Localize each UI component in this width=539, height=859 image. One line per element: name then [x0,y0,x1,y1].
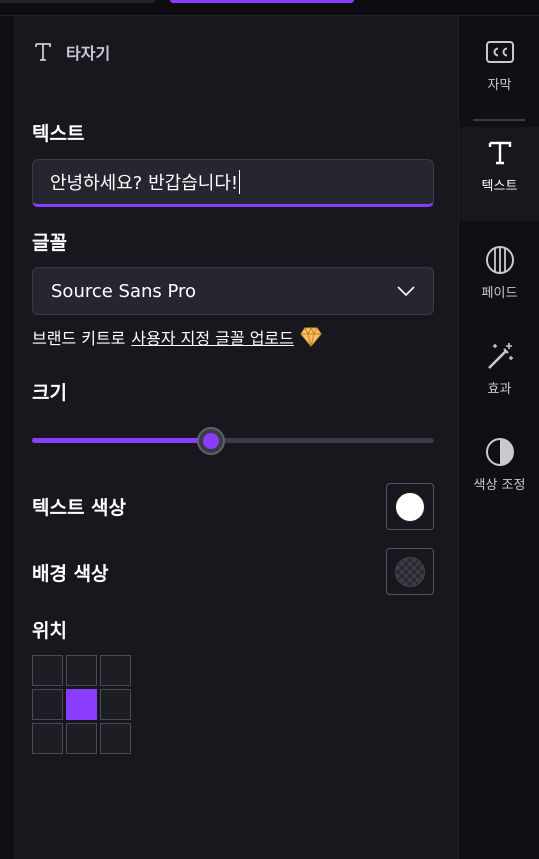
position-cell[interactable] [66,723,97,754]
top-tab-inactive[interactable] [0,0,155,3]
rail-item-text[interactable]: 텍스트 [459,127,539,221]
transparent-swatch [395,556,425,587]
text-input-value: 안녕하세요? 반갑습니다! [50,173,239,194]
fade-icon [485,246,514,274]
rail-item-color-adjust[interactable]: 색상 조정 [459,426,539,520]
position-grid [32,655,132,755]
font-dropdown[interactable]: Source Sans Pro [32,267,434,315]
text-section-label: 텍스트 [32,123,85,145]
text-color-button[interactable] [386,483,434,530]
panel-title: 타자기 [66,44,111,63]
rail-item-label: 자막 [487,78,512,93]
chevron-down-icon [397,286,415,297]
size-slider[interactable] [32,427,434,455]
contrast-icon [485,438,514,466]
background-color-button[interactable] [386,548,434,595]
upload-font-prefix: 브랜드 키트로 [32,329,126,348]
rail-item-fade[interactable]: 페이드 [459,234,539,328]
position-cell[interactable] [100,723,131,754]
font-section-label: 글꼴 [32,232,67,254]
rail-item-label: 효과 [487,382,512,397]
rail-item-captions[interactable]: 자막 [459,26,539,120]
magic-wand-icon [487,343,513,369]
rail-item-label: 색상 조정 [473,478,526,493]
position-cell[interactable] [100,689,131,720]
rail-item-label: 텍스트 [481,179,518,194]
size-slider-thumb[interactable] [197,427,225,455]
typewriter-text-icon [35,43,51,61]
upload-custom-font-link[interactable]: 사용자 지정 글꼴 업로드 [131,325,293,349]
background-color-label: 배경 색상 [32,563,109,585]
panel-header: 타자기 [34,40,110,64]
size-slider-fill [32,438,211,443]
rail-item-effects[interactable]: 효과 [459,330,539,424]
text-input-field[interactable]: 안녕하세요? 반갑습니다! [32,159,434,207]
text-color-label: 텍스트 색상 [32,497,127,519]
premium-diamond-icon [300,327,322,347]
text-icon [488,141,511,165]
rail-item-label: 페이드 [481,286,518,301]
text-color-swatch [395,491,425,522]
position-cell[interactable] [66,689,97,720]
position-section-label: 위치 [32,620,67,642]
rail-divider [473,119,525,121]
upload-font-line: 브랜드 키트로 사용자 지정 글꼴 업로드 [32,325,322,349]
text-caret [239,170,241,194]
tool-rail: 자막 텍스트 페이드 효과 색상 조정 [458,16,539,859]
font-dropdown-value: Source Sans Pro [51,280,197,302]
position-cell[interactable] [100,655,131,686]
top-bar [0,0,539,16]
size-section-label: 크기 [32,382,67,404]
position-cell[interactable] [32,689,63,720]
top-tab-active-indicator[interactable] [170,0,354,3]
position-cell[interactable] [32,655,63,686]
position-cell[interactable] [32,723,63,754]
text-properties-panel: 타자기 텍스트 안녕하세요? 반갑습니다! 글꼴 Source Sans Pro… [14,16,458,859]
cc-icon [485,41,514,63]
position-cell[interactable] [66,655,97,686]
